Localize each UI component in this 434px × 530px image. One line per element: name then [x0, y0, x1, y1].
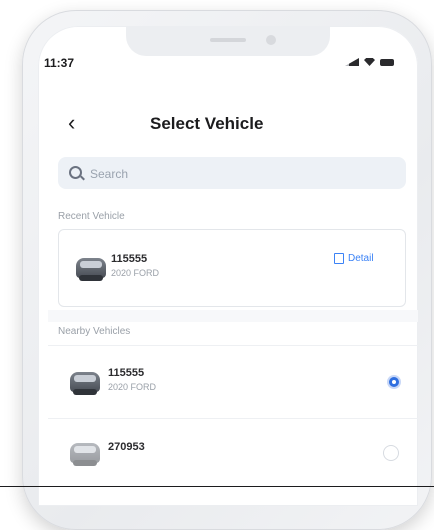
search-input[interactable]: [88, 157, 392, 191]
recent-vehicle-id: 115555: [111, 253, 148, 265]
back-icon[interactable]: ‹: [68, 112, 75, 134]
wifi-icon: [364, 58, 375, 66]
recent-vehicle-heading: Recent Vehicle: [58, 211, 125, 222]
radio-unselected-icon[interactable]: [383, 445, 399, 461]
section-separator: [48, 310, 418, 322]
vehicle-icon: [70, 443, 100, 466]
divider: [48, 345, 418, 346]
page-title: Select Vehicle: [150, 114, 264, 133]
search-bar[interactable]: [58, 157, 406, 191]
recent-vehicle-info: 2020 FORD: [111, 268, 160, 278]
detail-icon: [334, 253, 344, 264]
battery-icon: [380, 58, 394, 66]
speaker: [210, 38, 246, 42]
radio-selected-icon[interactable]: [389, 377, 399, 387]
divider: [48, 418, 418, 419]
notch: [126, 26, 330, 56]
detail-link[interactable]: Detail: [334, 253, 374, 264]
vehicle-icon: [70, 372, 100, 395]
vehicle-icon: [76, 258, 106, 281]
signal-icon: [345, 58, 359, 66]
status-time: 11:37: [44, 56, 75, 70]
nearby-vehicles-heading: Nearby Vehicles: [58, 326, 131, 337]
search-icon: [69, 166, 82, 179]
camera: [266, 35, 276, 45]
vehicle-id: 270953: [108, 441, 145, 453]
divider: [0, 486, 434, 487]
vehicle-info: 2020 FORD: [108, 382, 157, 392]
status-icons: [345, 58, 394, 66]
vehicle-id: 115555: [108, 367, 145, 379]
detail-label: Detail: [348, 253, 374, 264]
